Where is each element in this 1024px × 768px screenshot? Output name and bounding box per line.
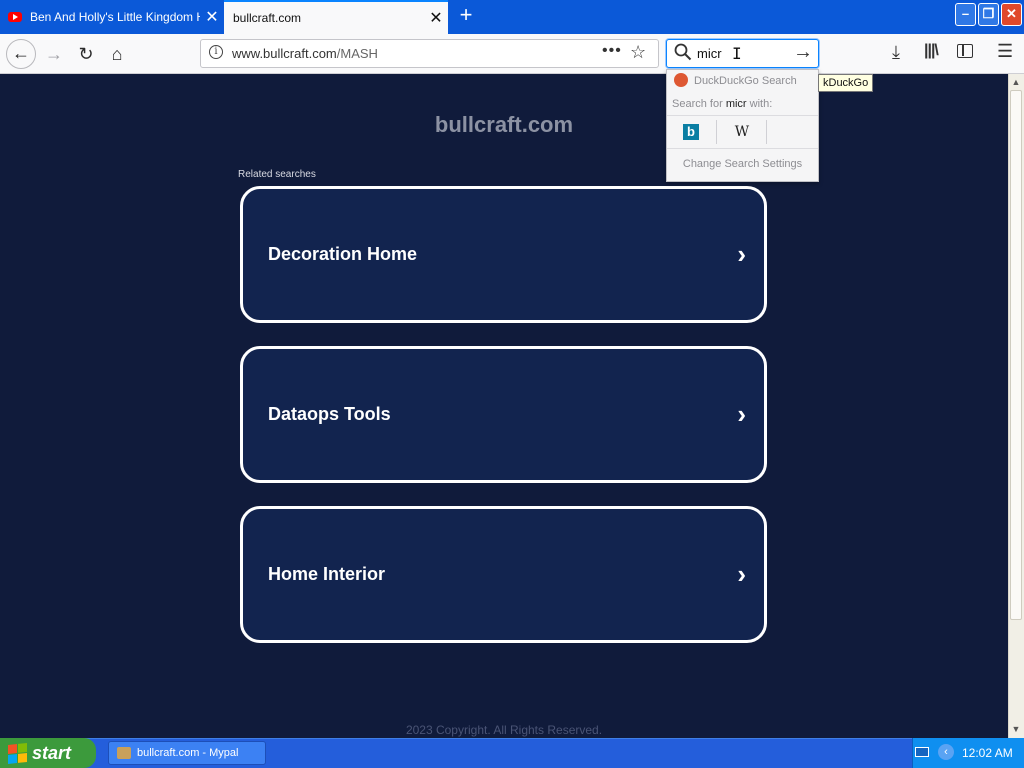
footer-copyright: 2023 Copyright. All Rights Reserved. [405,723,603,737]
search-input-value: micr [697,46,722,61]
site-info-icon[interactable]: i [209,45,223,59]
taskbar-item-mypal[interactable]: bullcraft.com - Mypal [108,741,266,765]
related-search-card[interactable]: Decoration Home › [240,186,767,323]
taskbar-item-label: bullcraft.com - Mypal [137,747,239,759]
card-label: Decoration Home [268,244,418,264]
tab-ben-and-holly[interactable]: Ben And Holly's Little Kingdom Holl ✕ [0,0,224,34]
tab-title: bullcraft.com [233,11,302,25]
mypal-icon [117,747,131,759]
start-button[interactable]: start [0,738,96,768]
sidebar-icon[interactable] [957,44,973,58]
url-path: /MASH [336,46,378,61]
text-cursor-icon: I [732,44,742,63]
library-icon[interactable]: |||\ [924,42,939,60]
page-content: bullcraft.com Related searches Decoratio… [0,74,1008,738]
url-text[interactable]: www.bullcraft.com/MASH [232,46,378,61]
divider [667,148,818,149]
chevron-right-icon: › [737,239,746,269]
scroll-thumb[interactable] [1010,90,1022,620]
chevron-right-icon: › [737,559,746,589]
window-close-button[interactable]: ✕ [1001,3,1022,26]
search-for-prefix: Search for [672,98,726,110]
show-hidden-icons-icon[interactable]: ‹ [938,744,954,760]
start-label: start [32,742,72,763]
new-tab-button[interactable]: + [454,4,478,28]
engine-tooltip: kDuckGo [818,74,874,92]
forward-button[interactable]: → [40,40,68,68]
related-search-card[interactable]: Dataops Tools › [240,346,767,483]
chevron-right-icon: › [737,399,746,429]
change-search-settings-button[interactable]: Change Search Settings [667,158,818,170]
site-title: bullcraft.com [434,112,574,137]
back-button[interactable]: ← [6,39,36,69]
search-for-label: Search for micr with: [672,98,772,110]
window-maximize-button[interactable]: ❐ [978,3,999,26]
bookmark-star-icon[interactable]: ☆ [630,42,646,63]
reload-button[interactable]: ↻ [72,40,100,68]
related-search-card[interactable]: Home Interior › [240,506,767,643]
card-label: Dataops Tools [268,404,391,424]
page-actions-icon[interactable]: ••• [602,42,622,60]
window-minimize-button[interactable]: – [955,3,976,26]
default-engine-label[interactable]: DuckDuckGo Search [694,75,797,87]
divider [716,120,717,144]
tab-bullcraft[interactable]: bullcraft.com ✕ [224,0,448,34]
duckduckgo-icon [674,73,688,87]
keyboard-icon[interactable] [915,747,929,757]
divider [667,115,818,116]
divider [766,120,767,144]
tab-title: Ben And Holly's Little Kingdom Holl [30,10,200,24]
search-icon [674,43,692,61]
home-button[interactable]: ⌂ [103,40,131,68]
menu-icon[interactable]: ☰ [997,41,1013,62]
windows-logo-icon [8,742,27,764]
scroll-down-button[interactable]: ▼ [1009,722,1023,736]
search-for-suffix: with: [746,98,773,110]
wikipedia-icon[interactable]: W [733,124,751,140]
tab-close-icon[interactable]: ✕ [200,7,224,27]
search-go-icon[interactable]: → [793,41,813,64]
related-searches-label: Related searches [238,169,316,180]
scroll-up-button[interactable]: ▲ [1009,75,1023,89]
card-label: Home Interior [268,564,386,584]
youtube-icon [8,12,22,22]
tab-close-icon[interactable]: ✕ [424,8,448,28]
bing-icon[interactable]: b [683,124,699,140]
search-for-query: micr [725,98,747,110]
clock: 12:02 AM [962,746,1013,760]
url-domain: www.bullcraft.com [232,46,337,61]
downloads-icon[interactable]: ⤓ [892,42,900,63]
